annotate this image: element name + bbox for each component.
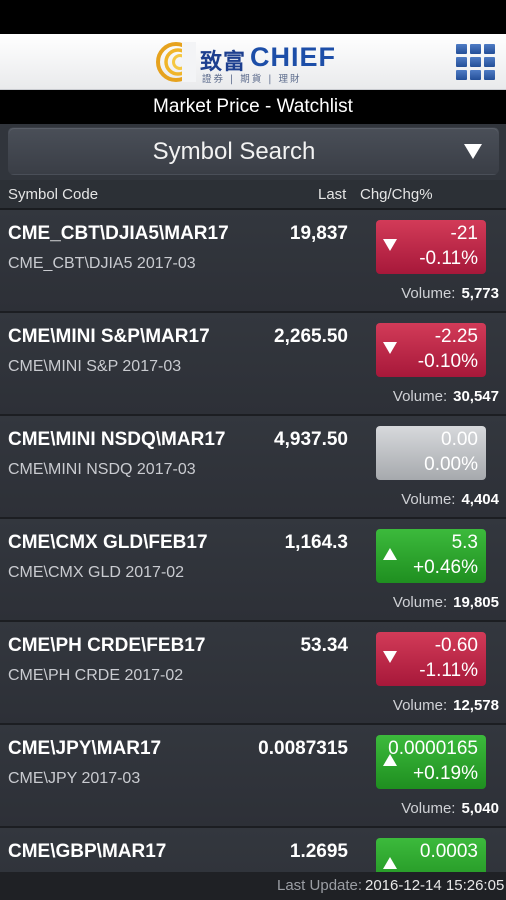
grid-menu-icon[interactable] [456,44,496,80]
app-screen: 致富 CHIEF 證券 | 期貨 | 理財 Market Price - Wat… [0,0,506,900]
page-title: Market Price - Watchlist [0,90,506,124]
last-price: 19,837 [289,223,348,244]
volume: Volume: 5,040 [401,800,499,817]
change-value: -21 [450,223,478,244]
symbol-code: CME_CBT\DJIA5\MAR17 [8,223,229,244]
last-price: 53.34 [300,635,348,656]
volume-label: Volume: [401,800,456,817]
volume: Volume: 5,773 [401,285,499,302]
watchlist: CME_CBT\DJIA5\MAR17 CME_CBT\DJIA5 2017-0… [0,210,506,872]
change-value: 0.00 [441,429,478,450]
volume-label: Volume: [392,697,448,714]
volume-label: Volume: [401,491,456,508]
change-percent: +0.46% [413,557,478,578]
watchlist-row[interactable]: CME\MINI NSDQ\MAR17 CME\MINI NSDQ 2017-0… [0,416,506,519]
change-badge: 5.3 +0.46% [376,529,486,583]
last-price: 1,164.3 [284,532,348,553]
last-update-label: Last Update: [277,877,363,894]
logo-tagline: 證券 | 期貨 | 理財 [202,74,302,85]
volume-value: 4,404 [461,491,499,508]
last-price: 1.2695 [289,841,348,862]
symbol-code: CME\MINI NSDQ\MAR17 [8,429,226,450]
change-percent: 0.00% [424,454,478,475]
chief-logo: 致富 CHIEF 證券 | 期貨 | 理財 [156,40,356,85]
change-value: -2.25 [434,326,478,347]
down-arrow-icon [383,239,397,251]
change-badge: -21 -0.11% [376,220,486,274]
watchlist-row[interactable]: CME\PH CRDE\FEB17 CME\PH CRDE 2017-02 53… [0,622,506,725]
status-bar [0,0,506,34]
column-symbol-code: Symbol Code [8,186,99,203]
symbol-description: CME\MINI S&P 2017-03 [8,358,182,375]
volume: Volume: 30,547 [393,388,499,405]
volume-value: 12,578 [453,697,499,714]
change-badge: -2.25 -0.10% [376,323,486,377]
change-percent: -0.10% [417,351,478,372]
watchlist-row[interactable]: CME\GBP\MAR17 1.2695 0.0003 [0,828,506,872]
volume-label: Volume: [401,285,456,302]
logo-swirl-icon [156,42,196,82]
volume-value: 5,773 [461,285,499,302]
down-arrow-icon [383,342,397,354]
change-badge: 0.0000165 +0.19% [376,735,486,789]
symbol-description: CME\CMX GLD 2017-02 [8,564,185,581]
up-arrow-icon [383,548,397,560]
symbol-search-label: Symbol Search [152,138,316,165]
dropdown-arrow-icon [464,144,482,159]
last-price: 2,265.50 [274,326,348,347]
watchlist-row[interactable]: CME\JPY\MAR17 CME\JPY 2017-03 0.0087315 … [0,725,506,828]
change-percent: +0.19% [413,763,478,784]
volume-label: Volume: [392,388,448,405]
change-value: -0.60 [434,635,478,656]
symbol-description: CME\MINI NSDQ 2017-03 [8,461,196,478]
volume-label: Volume: [392,594,448,611]
last-update-bar: Last Update: 2016-12-14 15:26:05 [0,872,506,900]
symbol-search-button[interactable]: Symbol Search [8,127,499,175]
change-percent: -0.11% [419,248,478,269]
volume: Volume: 12,578 [393,697,499,714]
change-value: 0.0000165 [388,738,478,759]
search-bar: Symbol Search [0,124,506,180]
symbol-description: CME\PH CRDE 2017-02 [8,667,184,684]
change-badge: -0.60 -1.11% [376,632,486,686]
symbol-code: CME\PH CRDE\FEB17 [8,635,206,656]
app-header: 致富 CHIEF 證券 | 期貨 | 理財 [0,34,506,90]
column-change: Chg/Chg% [360,186,433,203]
down-arrow-icon [383,651,397,663]
watchlist-row[interactable]: CME\MINI S&P\MAR17 CME\MINI S&P 2017-03 … [0,313,506,416]
logo-english: CHIEF [250,42,336,72]
volume-value: 30,547 [453,388,499,405]
change-badge: 0.0003 [376,838,486,872]
symbol-code: CME\MINI S&P\MAR17 [8,326,210,347]
last-price: 4,937.50 [274,429,348,450]
change-value: 0.0003 [419,841,478,862]
volume-value: 5,040 [461,800,499,817]
watchlist-row[interactable]: CME_CBT\DJIA5\MAR17 CME_CBT\DJIA5 2017-0… [0,210,506,313]
symbol-code: CME\JPY\MAR17 [8,738,162,759]
symbol-description: CME\JPY 2017-03 [8,770,141,787]
symbol-code: CME\GBP\MAR17 [8,841,167,862]
volume-value: 19,805 [453,594,499,611]
change-value: 5.3 [451,532,478,553]
column-last: Last [318,186,347,203]
column-header: Symbol Code Last Chg/Chg% [0,180,506,210]
volume: Volume: 4,404 [401,491,499,508]
symbol-description: CME_CBT\DJIA5 2017-03 [8,255,196,272]
change-badge: 0.00 0.00% [376,426,486,480]
volume: Volume: 19,805 [393,594,499,611]
last-price: 0.0087315 [258,738,348,759]
change-percent: -1.11% [419,660,478,681]
up-arrow-icon [383,857,397,869]
watchlist-row[interactable]: CME\CMX GLD\FEB17 CME\CMX GLD 2017-02 1,… [0,519,506,622]
symbol-code: CME\CMX GLD\FEB17 [8,532,208,553]
last-update-time: 2016-12-14 15:26:05 [365,877,505,894]
